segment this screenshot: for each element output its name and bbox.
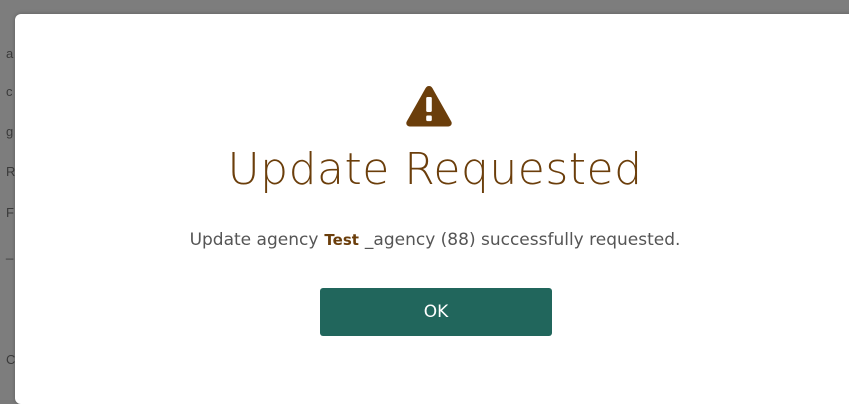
message-suffix: _agency (88) successfully requested.	[364, 230, 681, 250]
dialog-title: Update Requested	[227, 144, 643, 195]
message-prefix: Update agency	[189, 230, 319, 250]
background-text: F	[6, 205, 14, 220]
agency-name-highlight: Test	[324, 231, 359, 249]
background-text: a	[6, 46, 14, 61]
background-text: c	[6, 84, 13, 99]
background-text: C	[6, 352, 16, 367]
background-text: R	[6, 164, 16, 179]
background-text: g	[6, 124, 14, 139]
update-requested-dialog: Update Requested Update agency Test _agenc…	[15, 14, 849, 404]
background-content: a c g R F _ C	[0, 0, 16, 400]
ok-button[interactable]: OK	[320, 288, 552, 336]
warning-triangle-icon	[406, 86, 452, 127]
dialog-message: Update agency Test _agency (88) successful…	[15, 230, 849, 250]
background-text: _	[6, 245, 14, 260]
